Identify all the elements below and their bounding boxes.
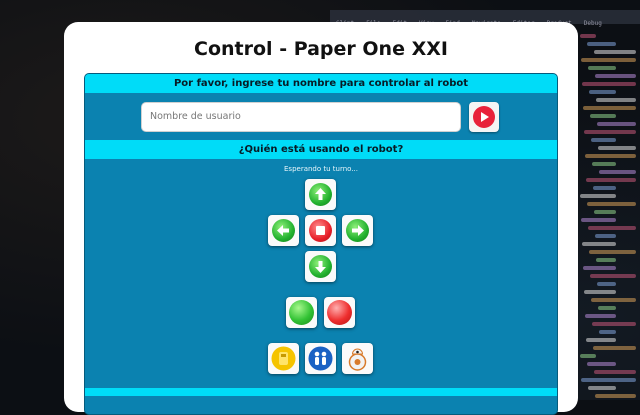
- background-code-line: [599, 170, 636, 174]
- background-code-line: [581, 58, 636, 62]
- background-code-line: [581, 218, 616, 222]
- background-code-line: [594, 370, 636, 374]
- background-code-line: [580, 194, 616, 198]
- background-code-line: [599, 330, 616, 334]
- background-code-line: [587, 362, 616, 366]
- control-panel: Por favor, ingrese tu nombre para contro…: [84, 73, 558, 415]
- move-up-button[interactable]: [305, 179, 336, 210]
- background-code-line: [588, 66, 616, 70]
- background-code-line: [584, 130, 636, 134]
- background-code-line: [586, 338, 616, 342]
- background-code-line: [590, 114, 616, 118]
- background-code-line: [595, 234, 616, 238]
- background-code-line: [596, 98, 636, 102]
- login-header: Por favor, ingrese tu nombre para contro…: [85, 74, 557, 93]
- background-code-line: [589, 90, 616, 94]
- background-code-line: [592, 162, 616, 166]
- mode-robot-button[interactable]: [268, 343, 299, 374]
- background-code-line: [583, 266, 616, 270]
- background-code-line: [596, 258, 616, 262]
- background-code-line: [589, 250, 636, 254]
- background-code-line: [581, 378, 636, 382]
- light-off-button[interactable]: [324, 297, 355, 328]
- submit-button[interactable]: [469, 102, 499, 132]
- green-light-icon: [289, 300, 314, 325]
- background-code-line: [593, 346, 636, 350]
- background-code-line: [594, 50, 636, 54]
- background-code-line: [582, 82, 636, 86]
- background-code-line: [583, 106, 636, 110]
- move-left-button[interactable]: [268, 215, 299, 246]
- footer-bar: [85, 388, 557, 396]
- background-menu-item: Debug: [583, 20, 602, 27]
- background-code-line: [585, 314, 616, 318]
- background-code-line: [585, 154, 636, 158]
- arrow-down-glyph: [315, 261, 326, 273]
- background-code-line: [587, 202, 636, 206]
- background-code-line: [593, 186, 616, 190]
- red-light-icon: [327, 300, 352, 325]
- bb8-droid-icon: [348, 348, 367, 371]
- background-code-line: [584, 290, 616, 294]
- username-input[interactable]: Nombre de usuario: [141, 102, 461, 132]
- stop-square: [316, 226, 325, 235]
- status-header: ¿Quién está usando el robot?: [85, 140, 557, 159]
- page-title: Control - Paper One XXI: [194, 38, 448, 60]
- background-code-line: [597, 122, 636, 126]
- move-down-button[interactable]: [305, 251, 336, 282]
- background-code-line: [582, 242, 616, 246]
- waiting-text: Esperando tu turno...: [284, 165, 358, 173]
- arrow-right-glyph: [352, 225, 364, 236]
- move-right-button[interactable]: [342, 215, 373, 246]
- arrow-up-glyph: [315, 188, 326, 200]
- background-code-line: [592, 322, 636, 326]
- background-code-line: [595, 394, 636, 398]
- stop-button[interactable]: [305, 215, 336, 246]
- background-code-line: [580, 354, 596, 358]
- background-code-line: [588, 226, 636, 230]
- background-code-line: [580, 34, 596, 38]
- background-code-line: [598, 146, 636, 150]
- background-code-line: [588, 386, 616, 390]
- background-code-line: [598, 306, 616, 310]
- background-code-line: [597, 282, 616, 286]
- background-code-line: [595, 74, 636, 78]
- light-on-button[interactable]: [286, 297, 317, 328]
- play-triangle: [481, 112, 489, 122]
- mode-people-button[interactable]: [305, 343, 336, 374]
- background-code-line: [591, 298, 636, 302]
- arrow-left-glyph: [277, 225, 289, 236]
- background-code-line: [587, 42, 616, 46]
- yellow-robot-icon: [271, 346, 296, 371]
- blue-people-icon: [308, 346, 333, 371]
- background-code-line: [594, 210, 616, 214]
- background-code-line: [586, 178, 636, 182]
- background-code-line: [591, 138, 616, 142]
- background-code-line: [590, 274, 636, 278]
- mode-droid-button[interactable]: [342, 343, 373, 374]
